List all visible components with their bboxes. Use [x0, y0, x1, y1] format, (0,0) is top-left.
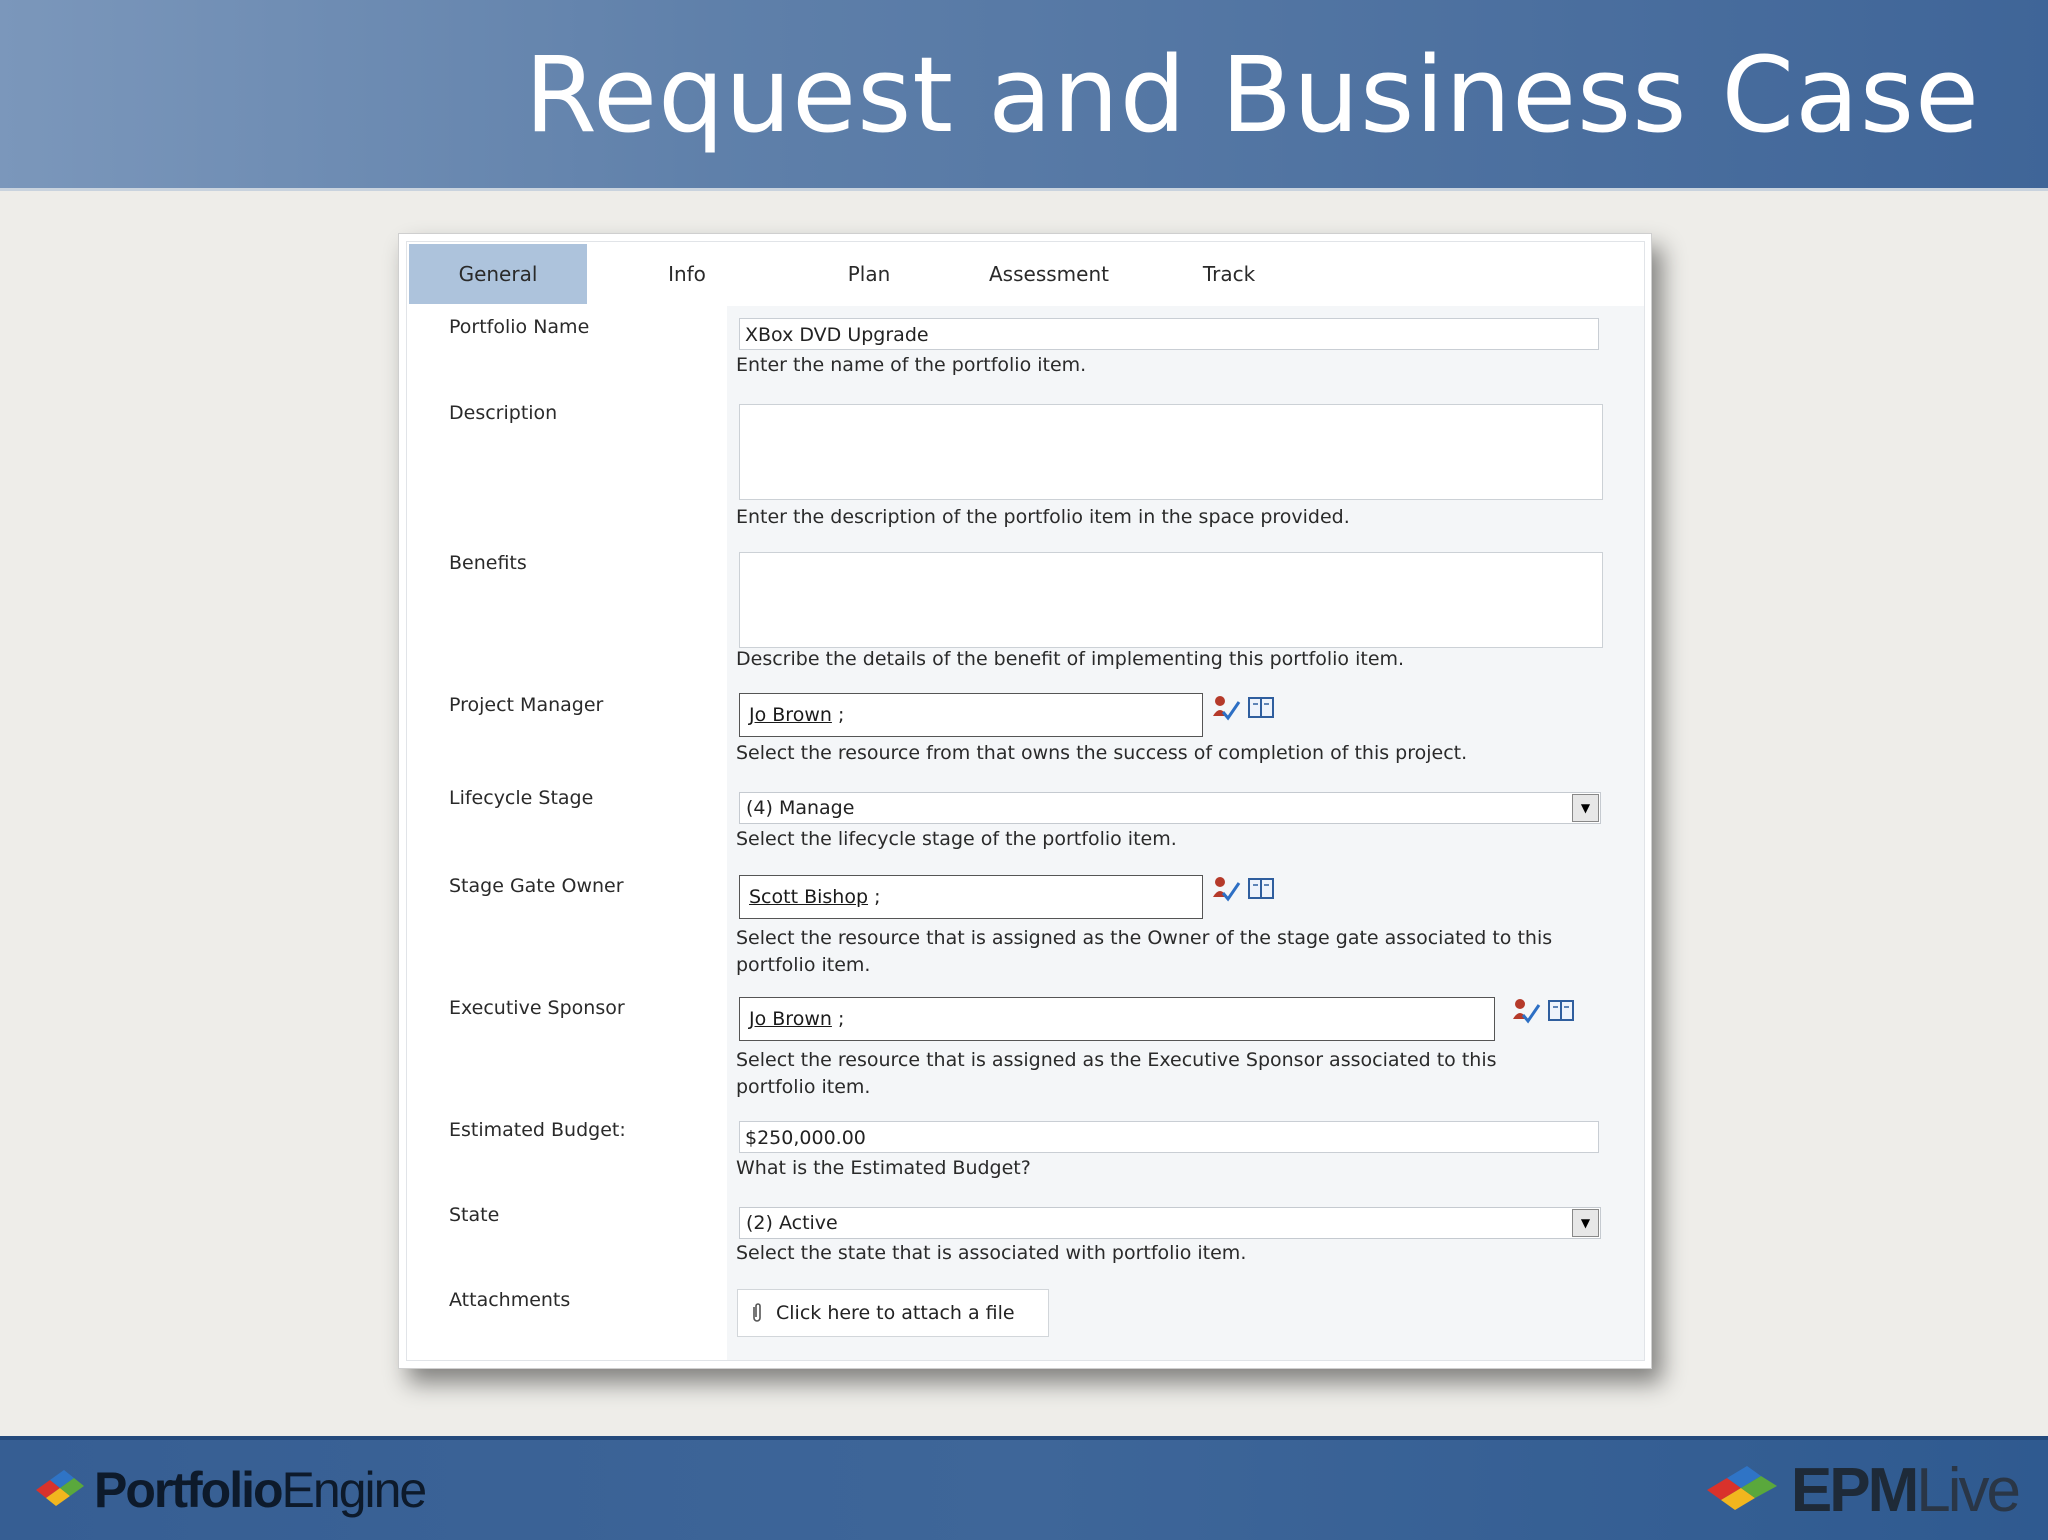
row-stage-gate-owner: Stage Gate Owner Scott Bishop ; Select t… — [407, 863, 1644, 987]
row-attachments: Attachments Click here to attach a file — [407, 1279, 1644, 1360]
attachments-label: Attachments — [449, 1289, 571, 1311]
tab-bar: General Info Plan Assessment Track — [407, 242, 1644, 307]
slide-footer: PortfolioEngine EPMLive — [0, 1436, 2048, 1540]
project-manager-hint: Select the resource from that owns the s… — [736, 742, 1468, 764]
dropdown-arrow-icon[interactable]: ▼ — [1572, 1209, 1599, 1237]
lifecycle-stage-label: Lifecycle Stage — [449, 787, 594, 809]
executive-sponsor-picker[interactable]: Jo Brown ; — [739, 997, 1495, 1041]
address-book-icon[interactable] — [1247, 877, 1275, 901]
portfolio-name-label: Portfolio Name — [449, 316, 590, 338]
description-hint: Enter the description of the portfolio i… — [736, 506, 1350, 528]
slide-header: Request and Business Case — [0, 0, 2048, 191]
stage-gate-owner-hint-1: Select the resource that is assigned as … — [736, 927, 1553, 949]
stage-gate-owner-hint-2: portfolio item. — [736, 954, 871, 976]
project-manager-label: Project Manager — [449, 694, 604, 716]
stage-gate-owner-name[interactable]: Scott Bishop — [749, 886, 868, 908]
benefits-hint: Describe the details of the benefit of i… — [736, 648, 1405, 670]
tab-track[interactable]: Track — [1169, 244, 1289, 304]
check-names-icon[interactable] — [1511, 997, 1543, 1025]
row-benefits: Benefits Describe the details of the ben… — [407, 540, 1644, 686]
lifecycle-stage-hint: Select the lifecycle stage of the portfo… — [736, 828, 1177, 850]
tab-assessment[interactable]: Assessment — [969, 244, 1129, 304]
address-book-icon[interactable] — [1547, 999, 1575, 1023]
estimated-budget-input[interactable]: $250,000.00 — [739, 1121, 1599, 1153]
description-textarea[interactable] — [739, 404, 1603, 500]
portfolio-name-input[interactable]: XBox DVD Upgrade — [739, 318, 1599, 350]
logo-text-portfolio: Portfolio — [94, 1462, 284, 1518]
dropdown-arrow-icon[interactable]: ▼ — [1572, 794, 1599, 822]
row-lifecycle-stage: Lifecycle Stage (4) Manage ▼ Select the … — [407, 779, 1644, 865]
stage-gate-owner-picker[interactable]: Scott Bishop ; — [739, 875, 1203, 919]
check-names-icon[interactable] — [1211, 694, 1243, 722]
benefits-textarea[interactable] — [739, 552, 1603, 648]
portfolioengine-logo: PortfolioEngine — [28, 1462, 428, 1518]
row-executive-sponsor: Executive Sponsor Jo Brown ; Select the … — [407, 985, 1644, 1111]
project-manager-picker[interactable]: Jo Brown ; — [739, 693, 1203, 737]
row-estimated-budget: Estimated Budget: $250,000.00 What is th… — [407, 1109, 1644, 1196]
paperclip-icon — [753, 1303, 761, 1322]
benefits-label: Benefits — [449, 552, 527, 574]
stage-gate-owner-separator: ; — [874, 886, 881, 908]
logo-text-epm: EPM — [1790, 1455, 1919, 1525]
executive-sponsor-hint-1: Select the resource that is assigned as … — [736, 1049, 1497, 1071]
request-form: General Info Plan Assessment Track Portf… — [406, 241, 1645, 1361]
tab-plan[interactable]: Plan — [809, 244, 929, 304]
state-value: (2) Active — [746, 1212, 838, 1234]
attach-file-button[interactable]: Click here to attach a file — [737, 1289, 1049, 1337]
tab-info[interactable]: Info — [627, 244, 747, 304]
slide-title: Request and Business Case — [524, 34, 1980, 156]
portfolio-name-hint: Enter the name of the portfolio item. — [736, 354, 1087, 376]
executive-sponsor-separator: ; — [837, 1008, 845, 1030]
row-project-manager: Project Manager Jo Brown ; Select the re… — [407, 684, 1644, 781]
row-description: Description Enter the description of the… — [407, 390, 1644, 542]
project-manager-separator: ; — [837, 704, 845, 726]
executive-sponsor-name[interactable]: Jo Brown — [749, 1008, 832, 1030]
portfolioengine-logo-icon — [36, 1470, 84, 1506]
state-hint: Select the state that is associated with… — [736, 1242, 1247, 1264]
executive-sponsor-label: Executive Sponsor — [449, 997, 625, 1019]
estimated-budget-label: Estimated Budget: — [449, 1119, 626, 1141]
address-book-icon[interactable] — [1247, 696, 1275, 720]
state-select[interactable]: (2) Active ▼ — [739, 1207, 1601, 1239]
project-manager-name[interactable]: Jo Brown — [749, 704, 832, 726]
state-label: State — [449, 1204, 500, 1226]
stage-gate-owner-label: Stage Gate Owner — [449, 875, 624, 897]
epmlive-logo-icon — [1706, 1466, 1777, 1510]
lifecycle-stage-value: (4) Manage — [746, 797, 855, 819]
row-portfolio-name: Portfolio Name XBox DVD Upgrade Enter th… — [407, 306, 1644, 392]
logo-text-engine: Engine — [281, 1462, 428, 1518]
lifecycle-stage-select[interactable]: (4) Manage ▼ — [739, 792, 1601, 824]
tab-general[interactable]: General — [409, 244, 587, 304]
row-state: State (2) Active ▼ Select the state that… — [407, 1194, 1644, 1281]
executive-sponsor-hint-2: portfolio item. — [736, 1076, 871, 1098]
check-names-icon[interactable] — [1211, 875, 1243, 903]
logo-text-live: Live — [1916, 1455, 2021, 1525]
estimated-budget-hint: What is the Estimated Budget? — [736, 1157, 1031, 1179]
attach-file-label: Click here to attach a file — [776, 1302, 1015, 1324]
epmlive-logo: EPMLive — [1701, 1455, 2021, 1525]
description-label: Description — [449, 402, 558, 424]
